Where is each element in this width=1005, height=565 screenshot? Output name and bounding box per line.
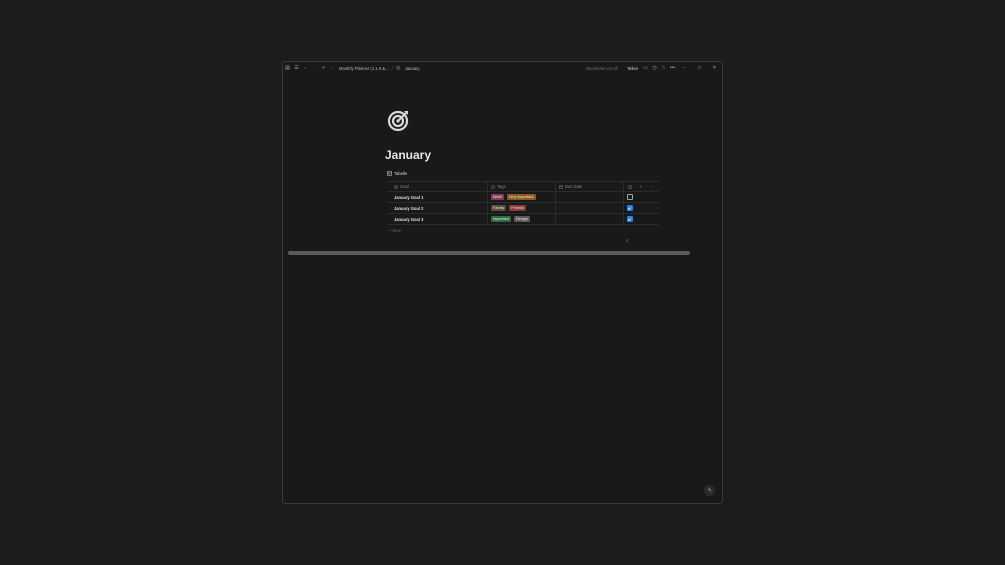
new-row-button[interactable]: + New [387,225,659,236]
check-icon [627,206,632,210]
table-icon [387,171,392,176]
sidebar-toggle-icon[interactable]: ▤ [283,64,292,73]
tag[interactable]: Design [514,216,530,222]
done-checkbox[interactable] [626,205,633,211]
tag[interactable]: Friends [509,205,526,211]
comment-icon[interactable]: ▭ [641,64,650,73]
header-goal[interactable]: Goal [387,182,488,191]
target-small-icon: ◎ [396,65,401,71]
header-done[interactable] [624,182,635,191]
history-icon[interactable]: ◷ [650,64,659,73]
maximize-button[interactable]: □ [692,65,707,71]
goals-table: Goal Tags Due Date + ··· January Goal 1 … [387,181,659,236]
breadcrumb-separator: / [391,65,393,71]
tag[interactable]: Work [491,194,504,200]
breadcrumb-current[interactable]: January [405,66,420,71]
more-options-icon[interactable]: ··· [646,184,657,189]
goal-name[interactable]: January Goal 3 [394,217,423,222]
titlebar: ▤ ☰ ← → + ◦ Monthly Planner (1.1.0 &... … [283,62,722,74]
done-checkbox[interactable] [626,194,633,200]
tag[interactable]: Important [491,216,512,222]
view-tab-table[interactable]: Tabelle [387,171,407,176]
target-header-icon [394,184,398,189]
tag[interactable]: Family [491,205,507,211]
checkbox-header-icon [627,184,632,189]
edited-status: Bearbeitet vor 8h [586,65,619,71]
more-icon[interactable]: ••• [668,64,677,73]
page-title[interactable]: January [385,148,431,162]
check-icon [627,217,632,221]
header-due-date[interactable]: Due Date [556,182,624,191]
titlebar-actions: Bearbeitet vor 8h Teilen ▭ ◷ ☆ ••• − □ ✕ [586,64,722,73]
due-date-cell[interactable] [556,203,624,213]
forward-arrow-icon[interactable]: → [310,64,319,73]
goal-name[interactable]: January Goal 2 [394,206,423,211]
add-icon[interactable]: + [319,64,328,73]
help-button[interactable]: ↰ [704,485,715,496]
header-tags[interactable]: Tags [488,182,556,191]
close-button[interactable]: ✕ [707,65,722,71]
breadcrumb-parent[interactable]: Monthly Planner (1.1.0 &... [339,66,389,71]
table-row[interactable]: January Goal 1 Work Very Important [387,192,659,203]
menu-icon[interactable]: ☰ [292,64,301,73]
horizontal-scrollbar[interactable] [288,251,690,255]
minimize-button[interactable]: − [677,65,692,71]
star-icon[interactable]: ☆ [659,64,668,73]
tags-header-icon [491,184,495,189]
page-small-icon: ◦ [331,65,334,71]
view-tab-label: Tabelle [394,171,408,176]
add-property-icon[interactable]: + [635,184,646,189]
target-icon[interactable] [387,108,411,132]
due-date-cell[interactable] [556,214,624,224]
table-row[interactable]: January Goal 2 Family Friends [387,203,659,214]
tag[interactable]: Very Important [506,194,536,200]
share-button[interactable]: Teilen [627,66,638,71]
checked-count: 2 [626,238,629,243]
back-arrow-icon[interactable]: ← [301,64,310,73]
done-checkbox[interactable] [626,216,633,222]
due-date-cell[interactable] [556,192,624,202]
app-window: ▤ ☰ ← → + ◦ Monthly Planner (1.1.0 &... … [282,61,723,504]
calendar-icon [559,185,563,189]
table-header: Goal Tags Due Date + ··· [387,181,659,192]
goal-name[interactable]: January Goal 1 [394,195,423,200]
table-row[interactable]: January Goal 3 Important Design [387,214,659,225]
